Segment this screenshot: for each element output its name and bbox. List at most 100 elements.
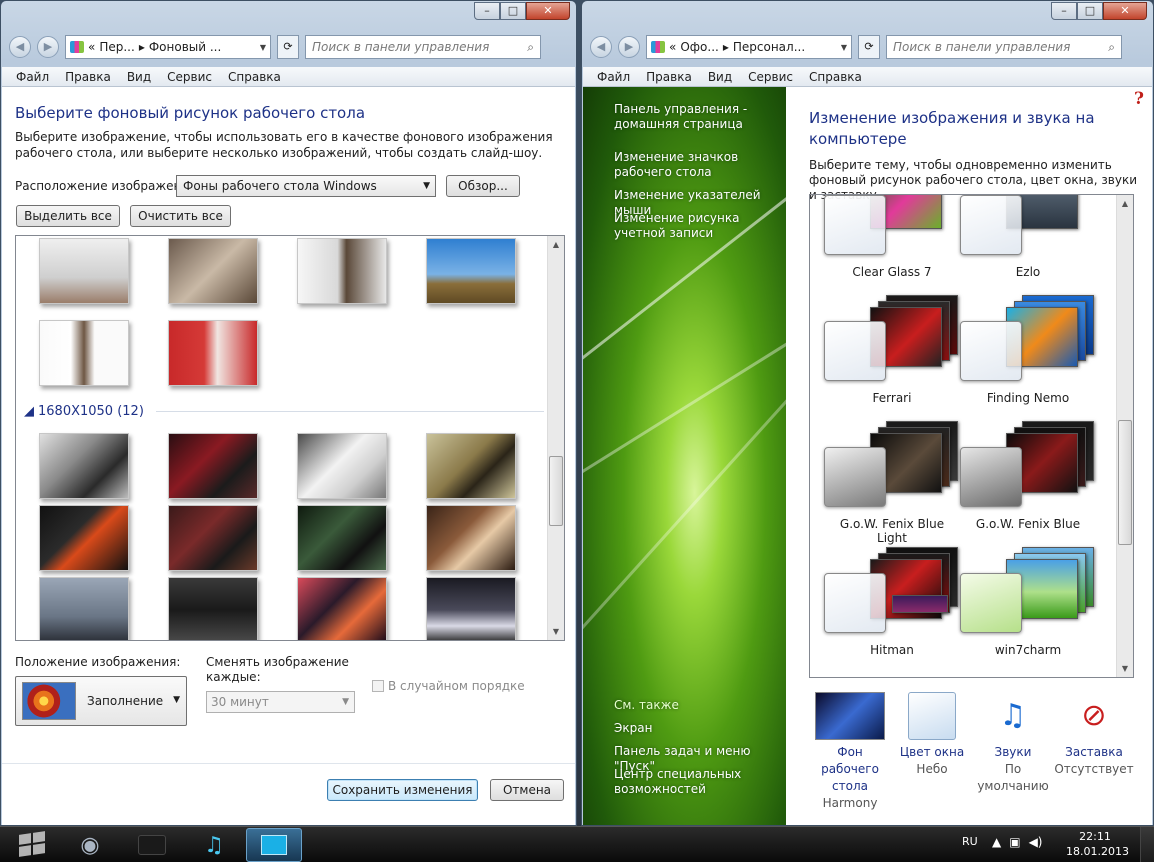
breadcrumb-item-personalization[interactable]: Пер... (99, 40, 134, 54)
wallpaper-thumbnail[interactable] (426, 433, 516, 499)
clear-all-button[interactable]: Очистить все (130, 205, 231, 227)
search-input[interactable]: Поиск в панели управления ⌕ (305, 35, 541, 59)
gallery-scrollbar[interactable]: ▲ ▼ (547, 236, 564, 640)
volume-icon[interactable]: ◀) (1029, 835, 1043, 849)
sidebar-link-display[interactable]: Экран (614, 721, 784, 736)
back-button[interactable]: ◀ (9, 36, 31, 58)
interval-select[interactable]: 30 минут ▼ (206, 691, 355, 713)
language-indicator[interactable]: RU (962, 835, 978, 848)
forward-button[interactable]: ▶ (37, 36, 59, 58)
menu-edit[interactable]: Правка (57, 67, 119, 86)
help-icon[interactable]: ? (1134, 89, 1144, 109)
clock[interactable]: 22:11 18.01.2013 (1066, 829, 1129, 859)
menu-file[interactable]: Файл (8, 67, 57, 86)
theme-item[interactable]: Ezlo (960, 195, 1096, 287)
theme-item[interactable]: Clear Glass 7 (824, 195, 960, 287)
menu-tools[interactable]: Сервис (740, 67, 801, 86)
theme-item[interactable]: Finding Nemo (960, 295, 1096, 413)
wallpaper-thumbnail[interactable] (168, 577, 258, 640)
sidebar-link-home[interactable]: Панель управления - домашняя страница (614, 102, 784, 132)
breadcrumb-item-appearance[interactable]: Офо... (680, 40, 719, 54)
menu-help[interactable]: Справка (801, 67, 870, 86)
cancel-button[interactable]: Отмена (490, 779, 564, 801)
dropdown-arrow-icon[interactable]: ▼ (841, 43, 847, 52)
taskbar-browser-button[interactable]: ◉ (62, 828, 118, 862)
theme-item[interactable]: G.o.W. Fenix Blue (960, 421, 1096, 539)
tile-sounds[interactable]: ♫ Звуки По умолчанию (971, 692, 1055, 795)
scroll-up-icon[interactable]: ▲ (548, 236, 564, 253)
menu-edit[interactable]: Правка (638, 67, 700, 86)
sidebar-link-ease-of-access[interactable]: Центр специальных возможностей (614, 767, 784, 797)
wallpaper-thumbnail[interactable] (39, 238, 129, 304)
search-icon[interactable]: ⌕ (527, 40, 534, 54)
sidebar-link-account-picture[interactable]: Изменение рисунка учетной записи (614, 211, 784, 241)
taskbar-media-button[interactable]: ♫ (186, 828, 242, 862)
scroll-down-icon[interactable]: ▼ (1117, 660, 1133, 677)
select-all-button[interactable]: Выделить все (16, 205, 120, 227)
wallpaper-thumbnail[interactable] (426, 577, 516, 640)
wallpaper-thumbnail[interactable] (297, 238, 387, 304)
collapse-triangle-icon[interactable]: ◢ (24, 404, 34, 419)
scroll-up-icon[interactable]: ▲ (1117, 195, 1133, 212)
close-button[interactable]: ✕ (526, 2, 570, 20)
refresh-button[interactable]: ⟳ (277, 35, 299, 59)
wallpaper-thumbnail[interactable] (39, 505, 129, 571)
minimize-button[interactable]: – (474, 2, 500, 20)
maximize-button[interactable]: □ (500, 2, 526, 20)
theme-item[interactable]: G.o.W. Fenix Blue Light (824, 421, 960, 545)
search-input[interactable]: Поиск в панели управления ⌕ (886, 35, 1122, 59)
network-icon[interactable]: ▣ (1009, 835, 1020, 849)
sidebar-link-desktop-icons[interactable]: Изменение значков рабочего стола (614, 150, 784, 180)
maximize-button[interactable]: □ (1077, 2, 1103, 20)
tile-desktop-background[interactable]: Фон рабочего стола Harmony (808, 692, 892, 812)
wallpaper-thumbnail[interactable] (168, 320, 258, 386)
wallpaper-thumbnail[interactable] (39, 320, 129, 386)
scroll-down-icon[interactable]: ▼ (548, 623, 564, 640)
wallpaper-thumbnail[interactable] (426, 505, 516, 571)
forward-button[interactable]: ▶ (618, 36, 640, 58)
position-select[interactable]: Заполнение ▼ (15, 676, 187, 726)
taskbar-control-panel-button[interactable] (246, 828, 302, 862)
breadcrumb[interactable]: « Офо... ▸ Персонал... ▼ (646, 35, 852, 59)
wallpaper-thumbnail[interactable] (168, 238, 258, 304)
wallpaper-thumbnail[interactable] (297, 577, 387, 640)
breadcrumb-item-background[interactable]: Фоновый ... (149, 40, 221, 54)
wallpaper-thumbnail[interactable] (426, 238, 516, 304)
wallpaper-thumbnail[interactable] (39, 577, 129, 640)
group-header[interactable]: ◢ 1680X1050 (12) (24, 404, 544, 419)
wallpaper-thumbnail[interactable] (168, 433, 258, 499)
breadcrumb[interactable]: « Пер... ▸ Фоновый ... ▼ (65, 35, 271, 59)
back-button[interactable]: ◀ (590, 36, 612, 58)
theme-item[interactable]: Hitman (824, 547, 960, 665)
wallpaper-thumbnail[interactable] (39, 433, 129, 499)
theme-scrollbar[interactable]: ▲ ▼ (1116, 195, 1133, 677)
browse-button[interactable]: Обзор... (446, 175, 520, 197)
refresh-button[interactable]: ⟳ (858, 35, 880, 59)
search-icon[interactable]: ⌕ (1108, 40, 1115, 54)
taskbar-explorer-button[interactable] (124, 828, 180, 862)
dropdown-arrow-icon[interactable]: ▼ (260, 43, 266, 52)
menu-view[interactable]: Вид (700, 67, 740, 86)
shuffle-checkbox[interactable] (372, 680, 384, 692)
tile-screensaver[interactable]: ⊘ Заставка Отсутствует (1052, 692, 1136, 778)
save-changes-button[interactable]: Сохранить изменения (327, 779, 478, 801)
menu-view[interactable]: Вид (119, 67, 159, 86)
wallpaper-thumbnail[interactable] (297, 433, 387, 499)
close-button[interactable]: ✕ (1103, 2, 1147, 20)
breadcrumb-item-personalization[interactable]: Персонал... (733, 40, 805, 54)
location-select[interactable]: Фоны рабочего стола Windows ▼ (176, 175, 436, 197)
menu-file[interactable]: Файл (589, 67, 638, 86)
menu-tools[interactable]: Сервис (159, 67, 220, 86)
start-button[interactable] (5, 827, 59, 861)
scrollbar-thumb[interactable] (1118, 420, 1132, 545)
wallpaper-thumbnail[interactable] (168, 505, 258, 571)
show-desktop-button[interactable] (1140, 827, 1154, 862)
theme-item[interactable]: Ferrari (824, 295, 960, 413)
shuffle-option[interactable]: В случайном порядке (372, 679, 525, 693)
tile-window-color[interactable]: Цвет окна Небо (890, 692, 974, 778)
theme-item[interactable]: win7charm (960, 547, 1096, 665)
wallpaper-thumbnail[interactable] (297, 505, 387, 571)
tray-expand-icon[interactable]: ▲ (992, 835, 1001, 849)
scrollbar-thumb[interactable] (549, 456, 563, 526)
minimize-button[interactable]: – (1051, 2, 1077, 20)
